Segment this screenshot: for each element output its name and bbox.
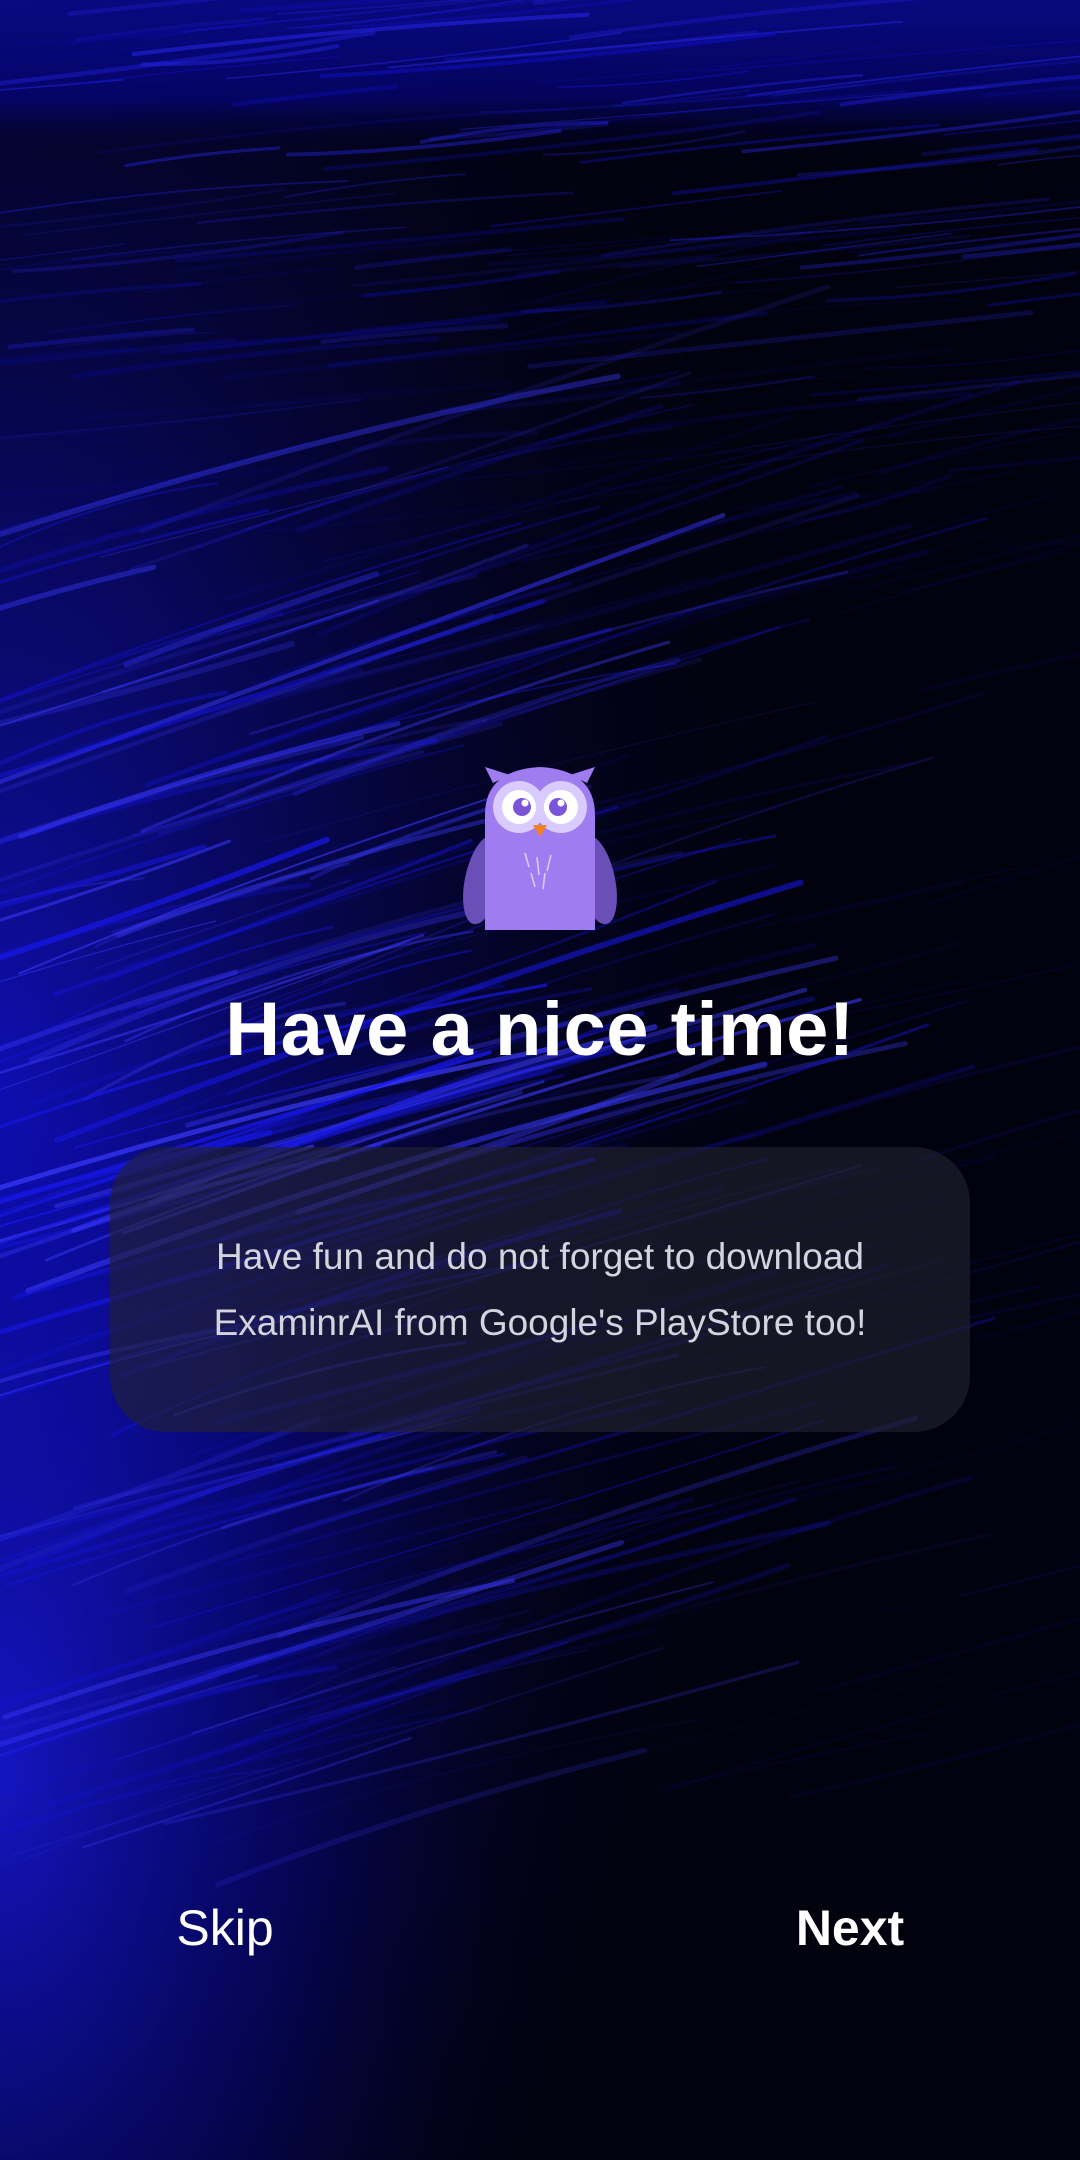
next-button[interactable]: Next: [770, 1893, 930, 1963]
onboarding-screen: Have a nice time! Have fun and do not fo…: [0, 0, 1080, 2160]
background-waves: [0, 0, 1080, 2160]
owl-icon: [463, 767, 617, 930]
message-text: Have fun and do not forget to download E…: [213, 1235, 867, 1343]
page-title: Have a nice time!: [225, 987, 855, 1072]
message-card: Have fun and do not forget to download E…: [110, 1147, 970, 1432]
skip-button[interactable]: Skip: [150, 1893, 300, 1963]
